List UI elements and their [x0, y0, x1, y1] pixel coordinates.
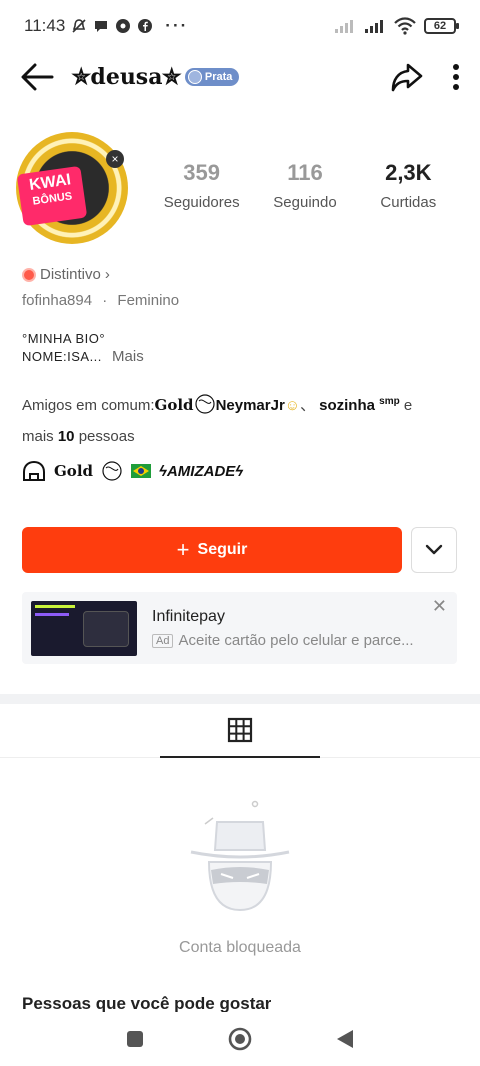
home-icon[interactable]	[227, 1026, 253, 1052]
chat-icon	[95, 21, 108, 32]
stat-followers[interactable]: 359 Seguidores	[150, 160, 253, 211]
bio-line: °MINHA BIO°	[22, 331, 106, 346]
distintivo-label: Distintivo	[40, 266, 101, 283]
emoji-icon: ☺	[284, 397, 301, 414]
incognito-icon	[190, 800, 290, 912]
chevron-right-icon: ›	[104, 266, 110, 283]
grid-icon	[227, 717, 253, 743]
bio: °MINHA BIO° NOME:ISA... Mais	[22, 330, 144, 366]
ad-description: Aceite cartão pelo celular e parce...	[178, 632, 414, 649]
back-icon[interactable]	[335, 1028, 355, 1050]
blocked-label: Conta bloqueada	[179, 939, 301, 956]
section-divider	[0, 694, 480, 704]
profile-stats: 359 Seguidores 116 Seguindo 2,3K Curtida…	[150, 160, 460, 211]
gender: Feminino	[117, 292, 180, 309]
stat-value: 2,3K	[385, 160, 432, 185]
suggestions-title: Pessoas que você pode gostar	[22, 994, 272, 1012]
brazil-flag-icon	[131, 464, 152, 478]
group-row[interactable]: Gold ϟAMIZADEϟ	[22, 460, 243, 482]
username: fofinha894	[22, 292, 93, 309]
ad-thumbnail	[31, 601, 137, 656]
mutual-friend: NeymarJr	[215, 397, 285, 414]
mutual-suffix: mais	[22, 428, 54, 445]
signal-icon	[335, 20, 353, 33]
status-bar: 11:43 ··· 62	[0, 0, 480, 52]
mutual-suffix: pessoas	[78, 428, 135, 445]
mutual-friend: sozinha	[319, 397, 375, 414]
plus-icon: +	[176, 537, 190, 562]
user-meta: fofinha894 · Feminino	[22, 292, 179, 309]
bio-more-link[interactable]: Mais	[112, 348, 144, 365]
system-nav-bar	[0, 1012, 480, 1066]
tab-grid[interactable]	[160, 704, 320, 758]
kwai-bonus-badge: KWAI BÔNUS	[16, 165, 88, 227]
wifi-icon	[394, 17, 416, 35]
stat-label: Curtidas	[380, 194, 437, 211]
level-badge: Prata	[184, 68, 240, 86]
stat-label: Seguindo	[273, 194, 337, 211]
scribble-icon	[102, 461, 122, 481]
mutual-suffix: e	[403, 397, 413, 414]
ad-tag: Ad	[152, 633, 174, 648]
status-time: 11:43	[24, 16, 66, 35]
signal-icon-2	[365, 20, 383, 33]
group-icon	[23, 460, 45, 481]
scribble-icon	[194, 394, 215, 414]
distintivo-icon	[22, 267, 36, 282]
chevron-down-icon	[425, 544, 443, 555]
close-icon[interactable]: ✕	[432, 596, 447, 617]
level-badge-label: Prata	[204, 71, 233, 83]
mutual-count: 10	[57, 428, 75, 445]
blocked-state: Conta bloqueada	[0, 800, 480, 957]
close-icon[interactable]: ×	[106, 150, 124, 168]
badge-icon	[187, 70, 202, 84]
profile-header: ✮deusa✮ Prata	[0, 52, 480, 102]
mutual-friend: Gold	[154, 396, 194, 414]
group-tag: ϟAMIZADEϟ	[159, 462, 244, 480]
more-notifications-icon: ···	[165, 16, 189, 35]
avatar[interactable]: KWAI BÔNUS ×	[16, 132, 130, 246]
stat-value: 359	[183, 160, 221, 185]
share-icon[interactable]	[390, 62, 424, 92]
stat-value: 116	[287, 160, 323, 185]
stat-following[interactable]: 116 Seguindo	[253, 160, 356, 211]
notification-muted-icon	[72, 19, 86, 33]
more-options-icon[interactable]	[452, 63, 460, 91]
follow-button[interactable]: + Seguir	[22, 527, 402, 573]
bio-line: NOME:ISA...	[22, 349, 102, 364]
soccer-ball-icon	[116, 19, 131, 33]
recent-apps-icon[interactable]	[125, 1029, 145, 1049]
group-name: Gold	[54, 462, 94, 480]
back-arrow-icon[interactable]	[20, 63, 54, 91]
profile-title: ✮deusa✮	[72, 64, 181, 90]
stat-label: Seguidores	[163, 194, 240, 211]
ad-banner[interactable]: Infinitepay Ad Aceite cartão pelo celula…	[22, 592, 457, 664]
mutual-friend-suffix: smp	[379, 396, 400, 407]
meta-separator: ·	[102, 292, 108, 309]
stat-likes[interactable]: 2,3K Curtidas	[357, 160, 460, 211]
facebook-icon	[138, 19, 153, 33]
content-tabs	[0, 704, 480, 758]
mutual-friends[interactable]: Amigos em comum:Gold NeymarJr☺、 sozinha sm…	[22, 386, 462, 452]
battery-indicator: 62	[424, 18, 459, 34]
suggestions-toggle-button[interactable]	[411, 527, 457, 573]
ad-title: Infinitepay	[152, 608, 225, 625]
mutual-prefix: Amigos em comum:	[22, 397, 155, 414]
mutual-separator: 、	[300, 397, 316, 414]
follow-label: Seguir	[197, 541, 248, 558]
distintivo-link[interactable]: Distintivo ›	[22, 266, 110, 283]
